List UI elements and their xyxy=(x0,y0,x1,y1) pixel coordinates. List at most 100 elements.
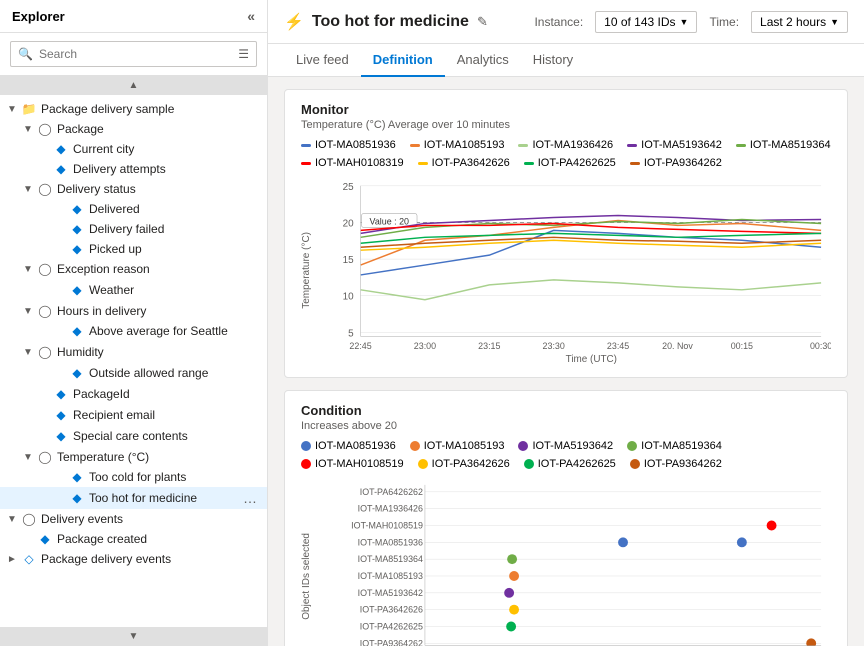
time-selector[interactable]: Last 2 hours ▼ xyxy=(751,11,848,33)
sidebar-item-label: Delivery events xyxy=(41,512,261,526)
legend-item-mah0108519: IOT-MAH0108319 xyxy=(301,157,404,169)
legend-label: IOT-MA5193642 xyxy=(532,440,613,452)
legend-color xyxy=(301,144,311,147)
svg-text:23:30: 23:30 xyxy=(543,341,565,351)
legend-color xyxy=(301,441,311,451)
monitor-legend: IOT-MA0851936 IOT-MA1085193 IOT-MA193642… xyxy=(301,139,831,169)
sidebar-item-label: Too cold for plants xyxy=(89,470,261,484)
search-icon: 🔍 xyxy=(18,47,33,61)
sidebar-item-label: Humidity xyxy=(57,345,239,359)
sidebar-item-too-cold-for-plants[interactable]: ◆ Too cold for plants xyxy=(0,467,267,487)
sidebar-item-hours-in-delivery[interactable]: ▼ ◯ Hours in delivery xyxy=(0,301,267,321)
tab-definition[interactable]: Definition xyxy=(361,44,445,77)
sidebar-item-packageid[interactable]: ◆ PackageId … xyxy=(0,383,267,405)
property-icon: ◆ xyxy=(52,429,70,443)
legend-label: IOT-MA1085193 xyxy=(424,440,505,452)
scroll-up-button[interactable]: ▲ xyxy=(0,76,267,95)
sidebar-item-delivery-status[interactable]: ▼ ◯ Delivery status xyxy=(0,179,267,199)
legend-item-ma8519364: IOT-MA8519364 xyxy=(736,139,831,151)
sidebar-item-recipient-email[interactable]: ◆ Recipient email xyxy=(0,405,267,425)
sidebar-item-package-created[interactable]: ◆ Package created xyxy=(0,529,267,549)
search-input[interactable] xyxy=(10,41,257,67)
chevron-down-icon: ▼ xyxy=(4,514,20,525)
legend-color xyxy=(410,144,420,147)
legend-label: IOT-MA8519364 xyxy=(750,139,831,151)
sidebar-item-package[interactable]: ▼ ◯ Package xyxy=(0,119,267,139)
scatter-y-axis-label: Object IDs selected xyxy=(301,533,312,620)
monitor-title: Monitor xyxy=(301,102,831,117)
legend-color xyxy=(524,459,534,469)
svg-text:5: 5 xyxy=(348,328,354,339)
tab-history[interactable]: History xyxy=(521,44,585,77)
time-value-text: Last 2 hours xyxy=(760,15,826,29)
sidebar-item-special-care-contents[interactable]: ◆ Special care contents … xyxy=(0,425,267,447)
condition-chart-container: Object IDs selected IOT-PA6426262 xyxy=(301,476,831,646)
group-icon: ◯ xyxy=(36,262,54,276)
sidebar-item-current-city[interactable]: ◆ Current city xyxy=(0,139,267,159)
legend-color xyxy=(630,459,640,469)
legend-item-cond-ma8519364: IOT-MA8519364 xyxy=(627,440,722,452)
legend-label: IOT-MAH0108319 xyxy=(315,157,404,169)
legend-item-ma1936426: IOT-MA1936426 xyxy=(518,139,613,151)
property-icon: ◆ xyxy=(68,202,86,216)
page-title: Too hot for medicine xyxy=(312,13,469,31)
header-controls: Instance: 10 of 143 IDs ▼ Time: Last 2 h… xyxy=(534,11,848,33)
svg-text:IOT-PA4262625: IOT-PA4262625 xyxy=(360,621,423,631)
svg-text:IOT-MA5193642: IOT-MA5193642 xyxy=(358,588,423,598)
chevron-down-icon: ▼ xyxy=(20,306,36,317)
property-icon: ◆ xyxy=(36,532,54,546)
sidebar-item-delivery-attempts[interactable]: ◆ Delivery attempts xyxy=(0,159,267,179)
main-panel: ⚡ Too hot for medicine ✎ Instance: 10 of… xyxy=(268,0,864,646)
legend-label: IOT-MA1936426 xyxy=(532,139,613,151)
legend-label: IOT-MA0851936 xyxy=(315,440,396,452)
legend-color xyxy=(518,144,528,147)
property-icon: ◆ xyxy=(52,387,70,401)
sidebar-item-outside-allowed-range[interactable]: ◆ Outside allowed range xyxy=(0,363,267,383)
legend-item-cond-mah0108519: IOT-MAH0108519 xyxy=(301,458,404,470)
collapse-icon[interactable]: « xyxy=(247,8,255,24)
sidebar-item-picked-up[interactable]: ◆ Picked up xyxy=(0,239,267,259)
sidebar: Explorer « 🔍 ☰ ▲ ▼ 📁 Package delivery sa… xyxy=(0,0,268,646)
sidebar-item-humidity[interactable]: ▼ ◯ Humidity … xyxy=(0,341,267,363)
sidebar-item-too-hot-for-medicine[interactable]: ◆ Too hot for medicine … xyxy=(0,487,267,509)
filter-icon[interactable]: ☰ xyxy=(238,47,249,61)
more-options-button[interactable]: … xyxy=(239,490,261,506)
tab-live-feed[interactable]: Live feed xyxy=(284,44,361,77)
sidebar-item-label: Recipient email xyxy=(73,408,261,422)
sidebar-item-weather[interactable]: ◆ Weather … xyxy=(0,279,267,301)
group-icon: ◯ xyxy=(36,182,54,196)
chevron-down-icon: ▼ xyxy=(20,124,36,135)
sidebar-item-label: Current city xyxy=(73,142,261,156)
sidebar-item-label: Picked up xyxy=(89,242,261,256)
legend-color xyxy=(410,441,420,451)
svg-text:00:15: 00:15 xyxy=(731,341,753,351)
scroll-down-button[interactable]: ▼ xyxy=(0,627,267,646)
sidebar-item-above-average-seattle[interactable]: ◆ Above average for Seattle xyxy=(0,321,267,341)
sidebar-item-package-delivery-events[interactable]: ► ◇ Package delivery events xyxy=(0,549,267,569)
sidebar-item-label: Hours in delivery xyxy=(57,304,261,318)
legend-color xyxy=(301,162,311,165)
sidebar-item-exception-reason[interactable]: ▼ ◯ Exception reason xyxy=(0,259,267,279)
y-axis-label: Temperature (°C) xyxy=(301,232,312,309)
legend-label: IOT-PA4262625 xyxy=(538,157,616,169)
legend-item-cond-ma1085193: IOT-MA1085193 xyxy=(410,440,505,452)
legend-color xyxy=(418,162,428,165)
legend-item-ma1085193: IOT-MA1085193 xyxy=(410,139,505,151)
edit-icon[interactable]: ✎ xyxy=(477,14,488,30)
svg-text:20. Nov: 20. Nov xyxy=(662,341,693,351)
legend-label: IOT-PA9364262 xyxy=(644,157,722,169)
chevron-down-icon: ▼ xyxy=(20,184,36,195)
legend-item-cond-ma5193642: IOT-MA5193642 xyxy=(518,440,613,452)
title-area: ⚡ Too hot for medicine ✎ xyxy=(284,12,488,32)
sidebar-item-label: PackageId xyxy=(73,387,239,401)
sidebar-item-package-delivery-sample[interactable]: ▼ 📁 Package delivery sample xyxy=(0,99,267,119)
sidebar-item-delivered[interactable]: ◆ Delivered xyxy=(0,199,267,219)
sidebar-item-label: Package delivery sample xyxy=(41,102,261,116)
condition-subtitle: Increases above 20 xyxy=(301,420,831,432)
tab-analytics[interactable]: Analytics xyxy=(445,44,521,77)
sidebar-item-delivery-events[interactable]: ▼ ◯ Delivery events xyxy=(0,509,267,529)
sidebar-item-temperature-c[interactable]: ▼ ◯ Temperature (°C) xyxy=(0,447,267,467)
legend-item-pa3642626: IOT-PA3642626 xyxy=(418,157,510,169)
sidebar-item-delivery-failed[interactable]: ◆ Delivery failed xyxy=(0,219,267,239)
instance-selector[interactable]: 10 of 143 IDs ▼ xyxy=(595,11,697,33)
